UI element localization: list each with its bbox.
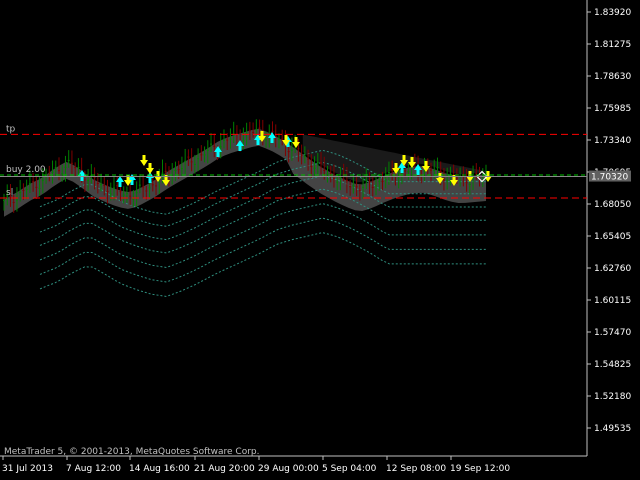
price-tick-label: 1.73340 — [594, 136, 631, 146]
buy-position-label: buy 2.00 — [6, 165, 46, 175]
price-tick-label: 1.49535 — [594, 424, 631, 434]
time-tick-label: 19 Sep 12:00 — [450, 464, 510, 474]
time-tick-label: 29 Aug 00:00 — [258, 464, 319, 474]
price-tick-label: 1.78630 — [594, 72, 631, 82]
price-chart[interactable]: tp buy 2.00 sl 1.83920 1.81275 1.78630 1.75… — [0, 0, 640, 480]
time-tick-label: 31 Jul 2013 — [2, 464, 53, 474]
price-tick-label: 1.52180 — [594, 392, 631, 402]
price-tick-label: 1.75985 — [594, 104, 631, 114]
price-tick-label: 1.54825 — [594, 360, 631, 370]
price-tick-label: 1.57470 — [594, 328, 631, 338]
price-tick-label: 1.62760 — [594, 264, 631, 274]
price-tick-label: 1.81275 — [594, 40, 631, 50]
stop-loss-label: sl — [6, 188, 13, 198]
price-tick-label: 1.65405 — [594, 232, 631, 242]
copyright-text: MetaTrader 5, © 2001-2013, MetaQuotes So… — [4, 447, 260, 457]
price-axis-labels: 1.839201.812751.786301.759851.733401.706… — [587, 8, 631, 434]
chart-window[interactable]: tp buy 2.00 sl 1.83920 1.81275 1.78630 1.75… — [0, 0, 640, 480]
plot-area[interactable] — [0, 0, 587, 456]
time-tick-label: 7 Aug 12:00 — [66, 464, 121, 474]
time-tick-label: 5 Sep 04:00 — [322, 464, 377, 474]
price-tick-label: 1.68050 — [594, 200, 631, 210]
take-profit-label: tp — [6, 124, 16, 134]
time-tick-label: 21 Aug 20:00 — [194, 464, 255, 474]
time-tick-label: 14 Aug 16:00 — [129, 464, 190, 474]
time-axis-labels: 31 Jul 2013 7 Aug 12:00 14 Aug 16:00 21 Aug… — [2, 456, 510, 474]
current-price-marker: 1.70320 — [589, 170, 631, 183]
price-tick-label: 1.83920 — [594, 8, 631, 18]
price-tick-label: 1.60115 — [594, 296, 631, 306]
time-tick-label: 12 Sep 08:00 — [386, 464, 446, 474]
current-price-label: 1.70320 — [591, 173, 628, 183]
